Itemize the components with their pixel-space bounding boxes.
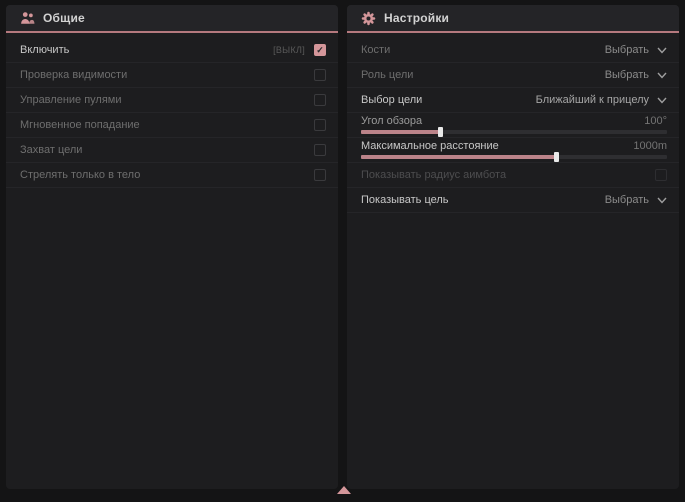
- slider-label-row: Угол обзора 100°: [361, 115, 667, 127]
- row-controls: Выбрать: [605, 194, 667, 206]
- dropdown-value: Выбрать: [605, 69, 649, 81]
- dropdown[interactable]: Выбрать: [605, 194, 667, 206]
- row-controls: [314, 169, 326, 181]
- panel-general-header: Общие: [6, 5, 338, 33]
- panel-general-rows: Включить [ВЫКЛ] ✓ Проверка видимости Управле…: [6, 33, 338, 489]
- gear-icon: [361, 11, 376, 26]
- settings-row: Захват цели: [6, 138, 338, 163]
- row-controls: [655, 169, 667, 181]
- settings-row: Роль цели Выбрать: [347, 63, 679, 88]
- panel-title: Общие: [43, 11, 85, 25]
- slider-fill: [361, 130, 441, 134]
- row-controls: [314, 69, 326, 81]
- checkbox[interactable]: [314, 169, 326, 181]
- row-controls: Выбрать: [605, 44, 667, 56]
- panel-general: Общие Включить [ВЫКЛ] ✓ Проверка видимости У…: [6, 5, 338, 489]
- checkbox[interactable]: [314, 119, 326, 131]
- setting-label: Выбор цели: [361, 94, 422, 106]
- setting-label: Стрелять только в тело: [20, 169, 140, 181]
- chevron-down-icon: [657, 197, 667, 204]
- row-controls: [314, 144, 326, 156]
- slider-value: 100°: [644, 115, 667, 127]
- row-controls: Ближайший к прицелу: [536, 94, 667, 106]
- dropdown-value: Ближайший к прицелу: [536, 94, 649, 106]
- slider-label-row: Максимальное расстояние 1000m: [361, 140, 667, 152]
- setting-label: Проверка видимости: [20, 69, 127, 81]
- settings-row: Кости Выбрать: [347, 38, 679, 63]
- setting-label: Кости: [361, 44, 390, 56]
- chevron-down-icon: [657, 97, 667, 104]
- panel-settings-rows: Кости Выбрать Роль цели Выбрать Выбор цели Бл…: [347, 33, 679, 489]
- checkbox[interactable]: ✓: [314, 44, 326, 56]
- chevron-down-icon: [657, 72, 667, 79]
- setting-label: Включить: [20, 44, 69, 56]
- settings-row: Проверка видимости: [6, 63, 338, 88]
- setting-label: Показывать цель: [361, 194, 449, 206]
- panel-settings-header: Настройки: [347, 5, 679, 33]
- setting-label: Управление пулями: [20, 94, 122, 106]
- setting-label: Максимальное расстояние: [361, 140, 499, 152]
- panel-settings: Настройки Кости Выбрать Роль цели Выбрать Вы…: [347, 5, 679, 489]
- slider-value: 1000m: [633, 140, 667, 152]
- slider-row: Угол обзора 100°: [347, 113, 679, 138]
- keybind-hint: [ВЫКЛ]: [273, 45, 305, 55]
- settings-row: Показывать цель Выбрать: [347, 188, 679, 213]
- settings-row: Стрелять только в тело: [6, 163, 338, 188]
- checkbox[interactable]: [655, 169, 667, 181]
- dropdown[interactable]: Ближайший к прицелу: [536, 94, 667, 106]
- people-icon: [20, 11, 35, 26]
- dropdown-value: Выбрать: [605, 44, 649, 56]
- slider[interactable]: [361, 155, 667, 159]
- up-arrow-icon[interactable]: [337, 486, 351, 494]
- settings-row: Выбор цели Ближайший к прицелу: [347, 88, 679, 113]
- dropdown[interactable]: Выбрать: [605, 44, 667, 56]
- panel-title: Настройки: [384, 11, 449, 25]
- row-controls: [ВЫКЛ] ✓: [273, 44, 326, 56]
- slider-handle[interactable]: [438, 127, 443, 137]
- chevron-down-icon: [657, 47, 667, 54]
- setting-label: Угол обзора: [361, 115, 422, 127]
- setting-label: Роль цели: [361, 69, 413, 81]
- checkbox[interactable]: [314, 69, 326, 81]
- settings-row: Показывать радиус аимбота: [347, 163, 679, 188]
- checkbox[interactable]: [314, 144, 326, 156]
- settings-row: Включить [ВЫКЛ] ✓: [6, 38, 338, 63]
- settings-row: Мгновенное попадание: [6, 113, 338, 138]
- setting-label: Захват цели: [20, 144, 82, 156]
- menu-panels: Общие Включить [ВЫКЛ] ✓ Проверка видимости У…: [0, 0, 685, 489]
- dropdown[interactable]: Выбрать: [605, 69, 667, 81]
- slider[interactable]: [361, 130, 667, 134]
- row-controls: [314, 119, 326, 131]
- row-controls: Выбрать: [605, 69, 667, 81]
- dropdown-value: Выбрать: [605, 194, 649, 206]
- slider-handle[interactable]: [554, 152, 559, 162]
- setting-label: Показывать радиус аимбота: [361, 169, 506, 181]
- setting-label: Мгновенное попадание: [20, 119, 140, 131]
- row-controls: [314, 94, 326, 106]
- checkbox[interactable]: [314, 94, 326, 106]
- slider-fill: [361, 155, 557, 159]
- slider-row: Максимальное расстояние 1000m: [347, 138, 679, 163]
- settings-row: Управление пулями: [6, 88, 338, 113]
